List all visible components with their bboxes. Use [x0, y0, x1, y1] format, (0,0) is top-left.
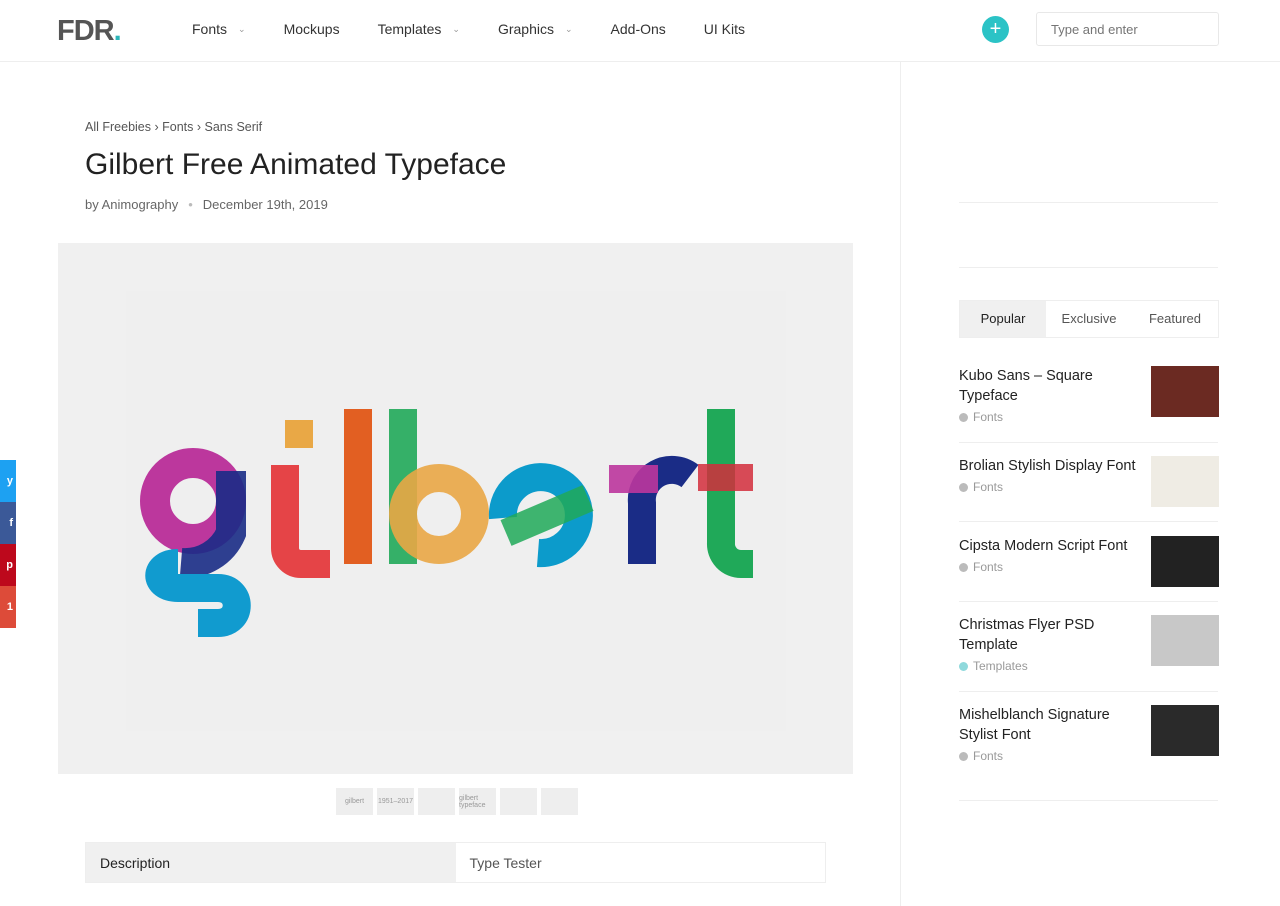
post-thumbnail[interactable] — [1151, 705, 1219, 756]
category-dot — [959, 562, 968, 572]
chevron-down-icon: ⌄ — [238, 23, 246, 34]
category-dot — [959, 661, 968, 671]
content-tabs: Description Type Tester — [85, 842, 826, 883]
divider — [959, 267, 1218, 268]
chevron-down-icon: ⌄ — [452, 23, 460, 34]
nav-label: Templates — [377, 21, 442, 37]
chevron-down-icon: ⌄ — [564, 23, 573, 34]
tab-description[interactable]: Description — [86, 843, 456, 882]
nav-label: Fonts — [192, 21, 228, 37]
add-button[interactable]: + — [982, 16, 1009, 43]
post-title[interactable]: Brolian Stylish Display Font — [959, 456, 1144, 476]
nav-label: Graphics — [497, 21, 554, 37]
nav-label: UI Kits — [703, 21, 746, 37]
popular-post[interactable]: Christmas Flyer PSD Template Templates — [959, 615, 1219, 673]
category-label: Templates — [973, 659, 1028, 673]
hero-image[interactable] — [58, 243, 853, 774]
thumbnail[interactable]: 1951–2017 — [377, 788, 414, 815]
popular-post[interactable]: Brolian Stylish Display Font Fonts — [959, 456, 1219, 507]
nav-label: Add-Ons — [610, 21, 666, 37]
twitter-share-button[interactable]: y — [0, 460, 16, 502]
category-label: Fonts — [973, 480, 1004, 494]
post-thumbnail[interactable] — [1151, 536, 1219, 587]
post-thumbnail[interactable] — [1151, 456, 1219, 507]
tab-popular[interactable]: Popular — [960, 301, 1046, 337]
divider — [959, 691, 1218, 692]
pinterest-icon: p — [6, 559, 13, 571]
pinterest-share-button[interactable]: p — [0, 544, 16, 586]
post-title[interactable]: Christmas Flyer PSD Template — [959, 615, 1144, 655]
post-title[interactable]: Mishelblanch Signature Stylist Font — [959, 705, 1144, 745]
nav-templates[interactable]: Templates ⌄ — [378, 21, 460, 37]
post-thumbnail[interactable] — [1151, 615, 1219, 666]
logo-text: FDR — [57, 15, 115, 47]
divider — [900, 62, 901, 906]
post-title[interactable]: Kubo Sans – Square Typeface — [959, 366, 1144, 406]
post-thumbnail[interactable] — [1151, 366, 1219, 417]
divider — [959, 521, 1218, 522]
search-input[interactable] — [1036, 12, 1219, 46]
category-dot — [959, 751, 968, 761]
tab-featured[interactable]: Featured — [1132, 301, 1218, 337]
nav-mockups[interactable]: Mockups — [284, 21, 340, 37]
separator: • — [188, 197, 193, 212]
post-title[interactable]: Cipsta Modern Script Font — [959, 536, 1144, 556]
category-label: Fonts — [973, 560, 1004, 574]
nav-fonts[interactable]: Fonts ⌄ — [192, 21, 246, 37]
logo-dot: . — [113, 15, 122, 47]
thumbnail[interactable] — [418, 788, 455, 815]
divider — [959, 601, 1218, 602]
popular-post[interactable]: Kubo Sans – Square Typeface Fonts — [959, 366, 1219, 424]
tab-type-tester[interactable]: Type Tester — [456, 843, 826, 882]
popular-post[interactable]: Mishelblanch Signature Stylist Font Fonts — [959, 705, 1219, 763]
plus-icon: 1 — [6, 601, 13, 613]
facebook-icon: f — [9, 517, 13, 529]
popular-post[interactable]: Cipsta Modern Script Font Fonts — [959, 536, 1219, 587]
thumbnail[interactable] — [500, 788, 537, 815]
header: FDR. Fonts ⌄ Mockups Templates ⌄ Graphics ⌄ Add… — [0, 0, 1280, 62]
category-label: Fonts — [973, 749, 1004, 763]
page-title: Gilbert Free Animated Typeface — [85, 148, 507, 181]
nav-ui-kits[interactable]: UI Kits — [704, 21, 745, 37]
divider — [959, 202, 1218, 203]
nav-graphics[interactable]: Graphics ⌄ — [498, 21, 573, 37]
plus-share-button[interactable]: 1 — [0, 586, 16, 628]
thumbnail[interactable]: gilbert typeface — [459, 788, 496, 815]
twitter-icon: y — [6, 475, 13, 487]
sidebar-tabs: Popular Exclusive Featured — [959, 300, 1219, 338]
nav-add-ons[interactable]: Add-Ons — [611, 21, 666, 37]
tab-exclusive[interactable]: Exclusive — [1046, 301, 1132, 337]
thumbnail-strip: gilbert 1951–2017 gilbert typeface — [336, 788, 578, 815]
category-dot — [959, 482, 968, 492]
thumbnail[interactable]: gilbert — [336, 788, 373, 815]
facebook-share-button[interactable]: f — [0, 502, 16, 544]
divider — [959, 442, 1218, 443]
share-bar: y f p 1 — [0, 460, 16, 628]
category-label: Fonts — [973, 410, 1004, 424]
gilbert-logo-artwork — [126, 291, 786, 731]
divider — [959, 800, 1218, 801]
breadcrumb[interactable]: All Freebies › Fonts › Sans Serif — [85, 120, 262, 134]
logo[interactable]: FDR. — [57, 15, 122, 48]
thumbnail[interactable] — [541, 788, 578, 815]
post-date: December 19th, 2019 — [202, 197, 328, 212]
author-link[interactable]: by Animography — [85, 197, 178, 212]
nav-label: Mockups — [283, 21, 340, 37]
post-meta: by Animography • December 19th, 2019 — [85, 197, 328, 212]
category-dot — [959, 412, 968, 422]
main-nav: Fonts ⌄ Mockups Templates ⌄ Graphics ⌄ Add-Ons U… — [192, 21, 783, 37]
